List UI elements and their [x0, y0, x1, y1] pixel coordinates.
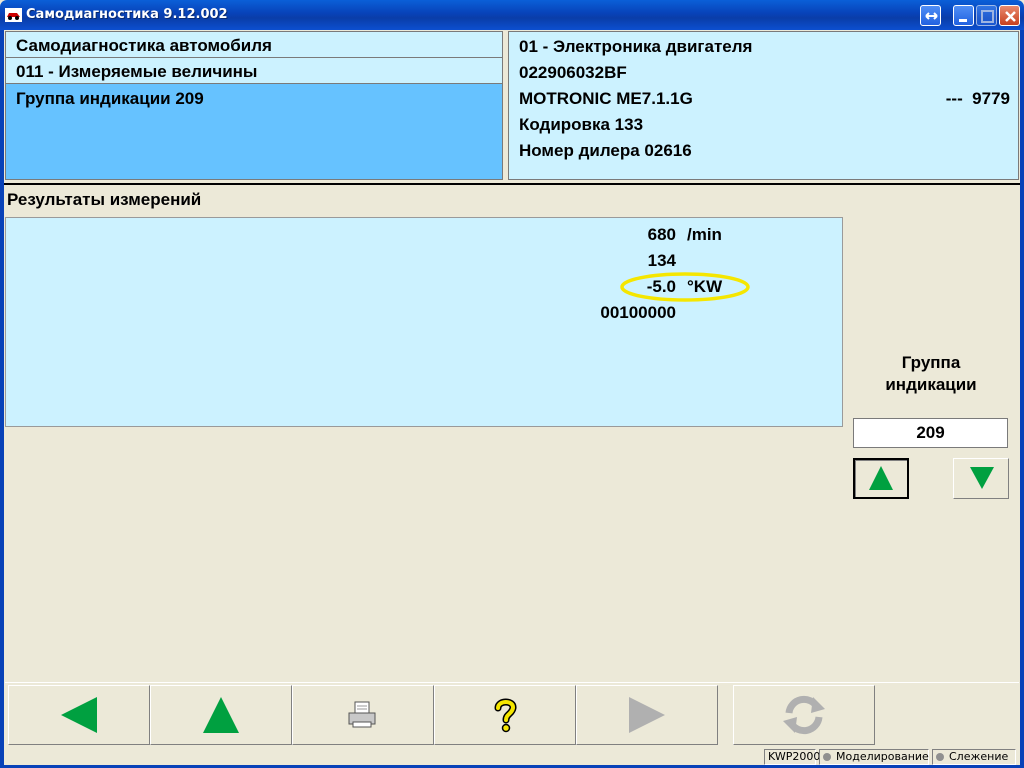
arrow-down-icon: [970, 467, 994, 489]
arrow-left-icon: [61, 697, 97, 733]
up-button[interactable]: [150, 685, 292, 745]
measurement-unit-3: °KW: [687, 277, 723, 296]
status-bar: KWP2000 Моделирование Слежение: [4, 747, 1020, 765]
arrow-up-icon: [203, 697, 239, 733]
highlight-ellipse: [620, 272, 750, 302]
refresh-icon: [783, 695, 825, 735]
refresh-button[interactable]: [733, 685, 875, 745]
component-version: --- 9779: [945, 89, 1010, 108]
dealer-number: Номер дилера 02616: [519, 141, 692, 160]
close-button[interactable]: [999, 5, 1020, 26]
car-app-icon: [5, 8, 22, 22]
back-button[interactable]: [8, 685, 150, 745]
component-name: MOTRONIC ME7.1.1G: [519, 89, 693, 108]
bottom-toolbar: [5, 682, 1019, 746]
help-button[interactable]: [434, 685, 576, 745]
module-name: 01 - Электроника двигателя: [519, 37, 753, 56]
forward-button[interactable]: [576, 685, 718, 745]
measurement-value-2: 134: [647, 251, 676, 270]
status-led-icon: [936, 753, 944, 761]
minimize-icon: [959, 19, 967, 22]
window-frame-left: [0, 30, 4, 768]
close-icon: [1005, 11, 1016, 22]
maximize-icon: [981, 10, 994, 23]
arrow-right-icon: [629, 697, 665, 733]
help-icon: [494, 698, 517, 733]
resize-arrows-icon: [925, 12, 938, 20]
print-button[interactable]: [292, 685, 434, 745]
group-up-button[interactable]: [853, 458, 909, 499]
measurement-value-3: -5.0: [646, 277, 676, 296]
printer-icon: [348, 701, 376, 728]
group-number-input[interactable]: 209: [853, 418, 1008, 448]
toolbar-empty-slot: [878, 685, 1018, 745]
part-number: 022906032BF: [519, 63, 627, 82]
simulation-label: Моделирование: [836, 750, 929, 763]
coding-value: Кодировка 133: [519, 115, 644, 134]
title-bar[interactable]: Самодиагностика 9.12.002: [0, 0, 1024, 30]
maximize-button[interactable]: [976, 5, 997, 26]
status-led-icon: [823, 753, 831, 761]
group-label: Группа индикации: [885, 353, 977, 394]
divider: [4, 183, 1020, 185]
nav-item-mode[interactable]: Самодиагностика автомобиля: [6, 32, 502, 58]
arrow-up-icon: [869, 466, 893, 490]
group-down-button[interactable]: [953, 458, 1009, 499]
protocol-status: KWP2000: [764, 749, 820, 765]
measurement-value-1: 680: [647, 225, 676, 244]
results-label: Результаты измерений: [7, 190, 202, 209]
measurement-value-4: 00100000: [600, 303, 676, 322]
nav-item-function-label: 011 - Измеряемые величины: [16, 62, 258, 81]
measurement-unit-1: /min: [687, 225, 722, 244]
tracking-label: Слежение: [949, 750, 1009, 763]
nav-item-group[interactable]: Группа индикации 209: [16, 89, 204, 109]
navigation-panel: Самодиагностика автомобиля 011 - Измеряе…: [5, 31, 503, 180]
window-frame-right: [1020, 30, 1024, 768]
tracking-status: Слежение: [932, 749, 1016, 765]
restore-size-button[interactable]: [920, 5, 941, 26]
measurement-results-panel: 680 /min 134 -5.0 °KW 00100000: [5, 217, 843, 427]
control-unit-info-panel: 01 - Электроника двигателя 022906032BF M…: [508, 31, 1019, 180]
minimize-button[interactable]: [953, 5, 974, 26]
simulation-status: Моделирование: [819, 749, 929, 765]
nav-item-function[interactable]: 011 - Измеряемые величины: [6, 58, 502, 84]
window-title: Самодиагностика 9.12.002: [26, 7, 228, 22]
nav-item-mode-label: Самодиагностика автомобиля: [16, 36, 272, 55]
